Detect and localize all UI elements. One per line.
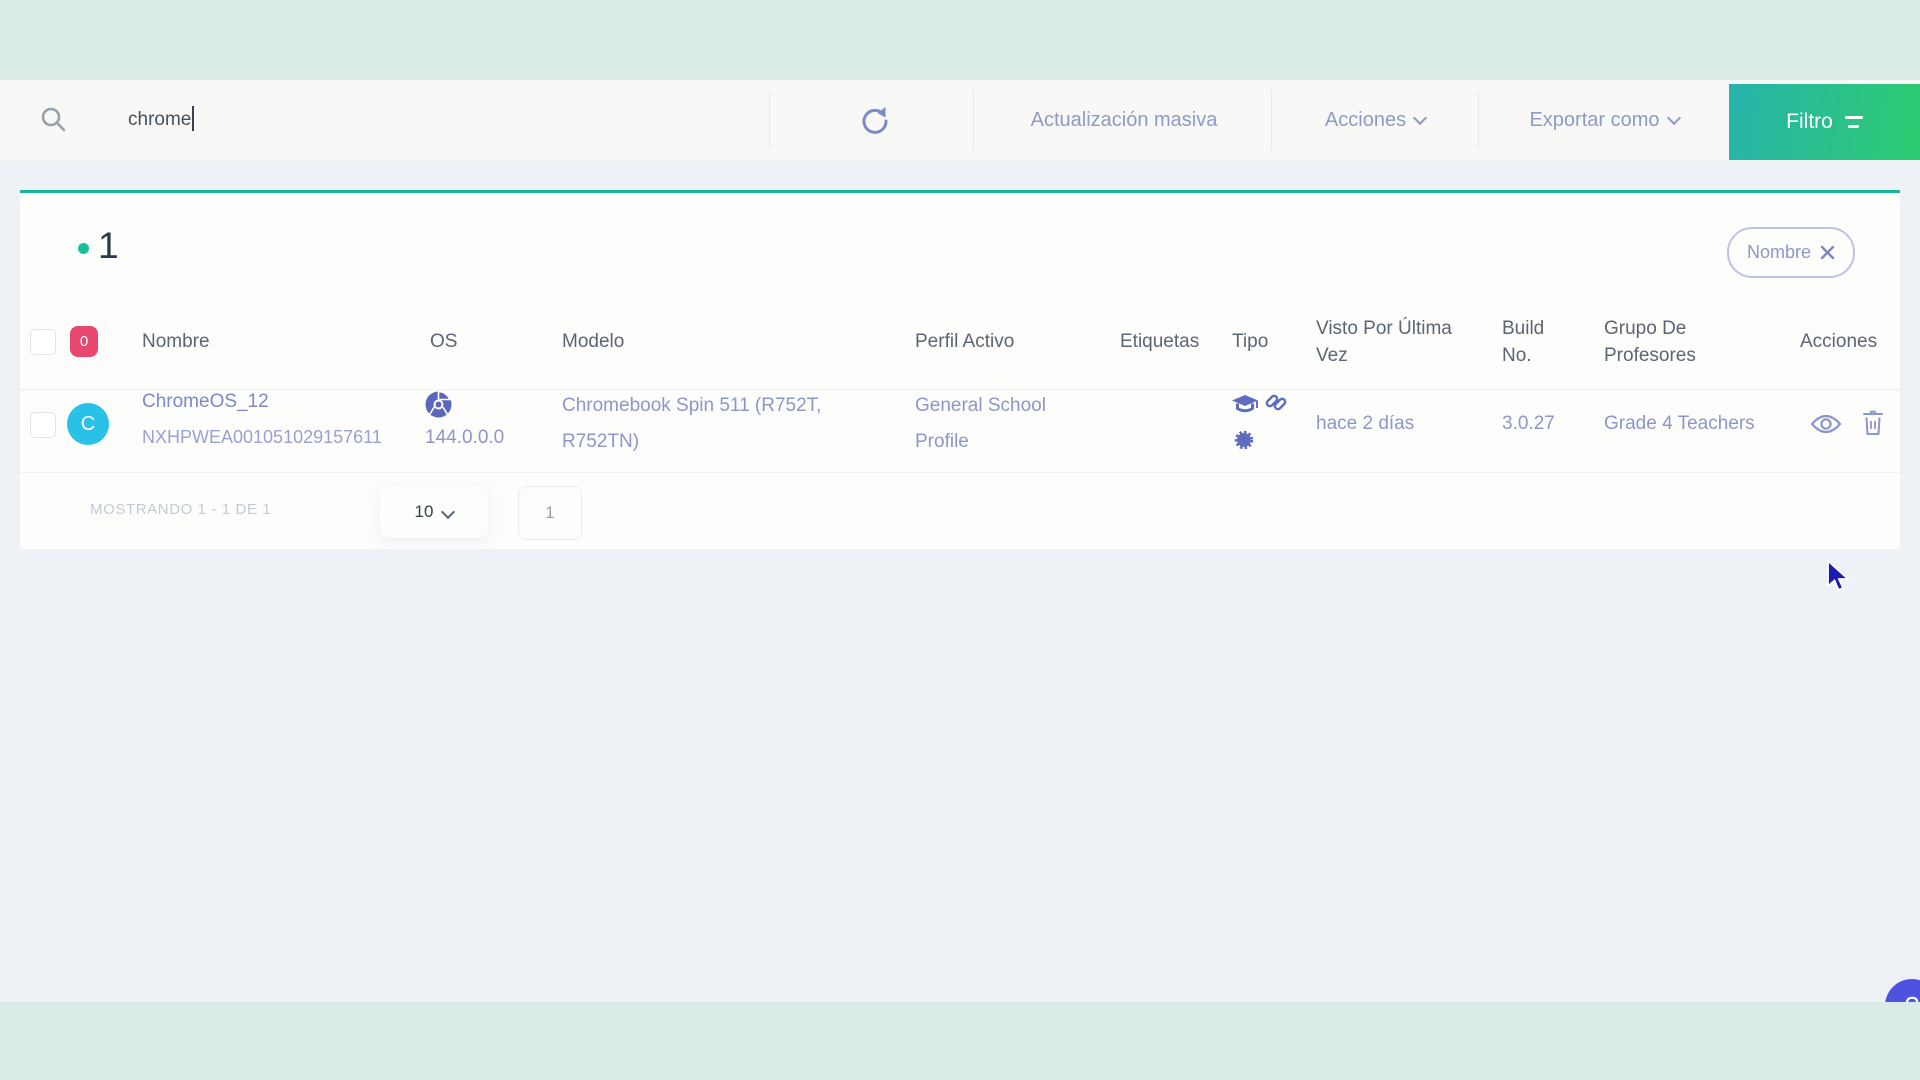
filter-lines-icon [1844, 116, 1863, 128]
chrome-os-icon [425, 391, 452, 418]
toolbar-divider [769, 90, 770, 150]
chevron-down-icon [1413, 110, 1428, 126]
row-checkbox[interactable] [30, 412, 56, 438]
os-version: 144.0.0.0 [425, 427, 505, 448]
bulk-update-button[interactable]: Actualización masiva [998, 80, 1250, 160]
chevron-down-icon [1666, 110, 1681, 126]
page-size-value: 10 [414, 502, 434, 521]
column-header-actions: Acciones [1800, 331, 1878, 352]
top-band [0, 0, 1920, 80]
page-size-dropdown[interactable]: 10 [380, 486, 488, 538]
device-serial: NXHPWEA001051029157611 [142, 427, 382, 447]
search-icon [40, 106, 68, 134]
filter-button-label: Filtro [1786, 110, 1833, 133]
filter-button[interactable]: Filtro [1729, 84, 1920, 160]
selected-count-badge: 0 [70, 326, 98, 357]
device-management-screen: chrome Actualización masiva Acciones Exp… [0, 0, 1920, 1080]
toolbar: chrome Actualización masiva Acciones Exp… [0, 80, 1920, 161]
toolbar-divider [973, 90, 974, 150]
build-no: 3.0.27 [1502, 413, 1555, 434]
device-model: Chromebook Spin 511 (R752T, R752TN) [562, 395, 822, 452]
row-divider [20, 472, 1900, 473]
text-caret [192, 106, 195, 131]
column-header-build-no[interactable]: Build No. [1502, 315, 1572, 369]
filter-chip-label: Nombre [1746, 242, 1812, 262]
count-dot [78, 243, 89, 254]
toolbar-divider [1478, 90, 1479, 150]
last-seen: hace 2 días [1316, 413, 1415, 434]
badge-seal-icon [1233, 429, 1255, 451]
column-header-last-seen[interactable]: Visto Por Última Vez [1316, 315, 1466, 369]
column-header-tags[interactable]: Etiquetas [1120, 328, 1199, 355]
chip-close-icon[interactable] [1820, 245, 1835, 260]
filter-chip-nombre[interactable]: Nombre [1727, 227, 1855, 278]
graduation-cap-icon [1231, 394, 1261, 416]
link-icon [1264, 390, 1288, 414]
chevron-down-icon [441, 504, 456, 520]
search-input[interactable]: chrome [128, 80, 195, 160]
column-header-teacher-group[interactable]: Grupo De Profesores [1604, 315, 1744, 369]
teacher-group: Grade 4 Teachers [1604, 413, 1755, 434]
toolbar-divider [1271, 90, 1272, 150]
results-card [20, 193, 1900, 549]
mouse-cursor [1826, 560, 1852, 594]
actions-dropdown[interactable]: Acciones [1285, 80, 1465, 160]
export-as-dropdown[interactable]: Exportar como [1492, 80, 1716, 160]
results-count: 1 [98, 225, 119, 266]
device-name-link[interactable]: ChromeOS_12 [142, 391, 269, 412]
refresh-button[interactable] [858, 104, 892, 138]
avatar: C [67, 403, 109, 445]
view-icon[interactable] [1810, 412, 1842, 436]
bottom-band [0, 1002, 1920, 1080]
active-profile: General School Profile [915, 395, 1046, 452]
pagination-summary: MOSTRANDO 1 - 1 DE 1 [90, 501, 272, 518]
column-header-active-profile[interactable]: Perfil Activo [915, 328, 1014, 355]
select-all-checkbox[interactable] [30, 329, 56, 355]
column-header-model[interactable]: Modelo [562, 328, 624, 355]
column-header-type[interactable]: Tipo [1232, 328, 1268, 355]
trash-icon[interactable] [1862, 409, 1884, 437]
page-1-button[interactable]: 1 [518, 486, 582, 540]
column-header-name[interactable]: Nombre [142, 328, 210, 355]
column-header-os[interactable]: OS [430, 328, 457, 355]
